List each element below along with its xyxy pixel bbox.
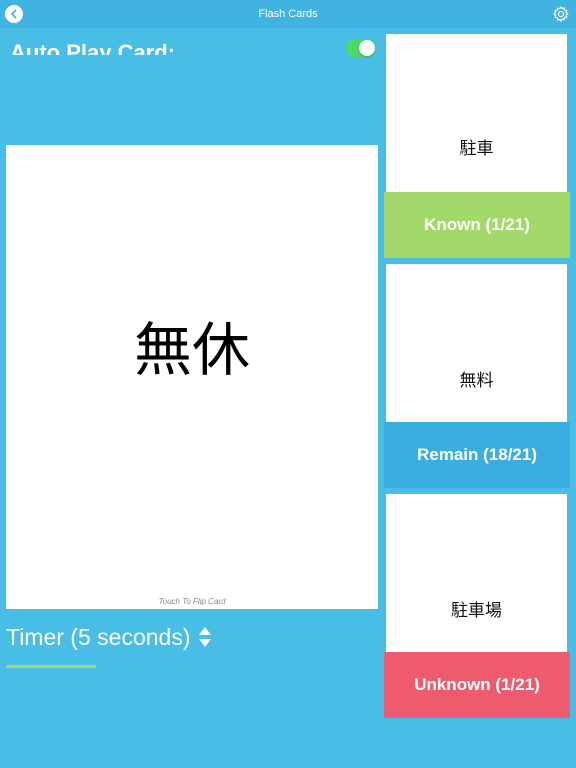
flash-card[interactable]: 無休 Touch To Flip Card bbox=[6, 145, 378, 609]
flash-card-word: 無休 bbox=[133, 316, 250, 384]
gear-icon bbox=[553, 6, 569, 22]
settings-button[interactable] bbox=[552, 5, 570, 23]
known-card-word: 駐車 bbox=[459, 139, 494, 159]
remain-card[interactable]: 無料 bbox=[386, 264, 567, 422]
timer-underline bbox=[6, 665, 96, 668]
navigation-bar: Flash Cards bbox=[0, 0, 576, 28]
flip-hint: Touch To Flip Card bbox=[158, 597, 226, 606]
toggle-knob bbox=[359, 40, 375, 56]
known-pile-button[interactable]: Known (1/21) bbox=[384, 192, 570, 258]
timer-control[interactable]: Timer (5 seconds) bbox=[6, 620, 212, 654]
unknown-pile-button[interactable]: Unknown (1/21) bbox=[384, 652, 570, 718]
page-title: Flash Cards bbox=[258, 8, 318, 20]
timer-label: Timer (5 seconds) bbox=[6, 623, 191, 650]
remain-pile-button[interactable]: Remain (18/21) bbox=[384, 422, 570, 488]
unknown-card-word: 駐車場 bbox=[451, 601, 502, 621]
autoplay-toggle[interactable] bbox=[346, 39, 376, 57]
autoplay-label: Auto Play Card: bbox=[10, 40, 176, 55]
up-down-stepper-icon[interactable] bbox=[198, 626, 212, 648]
unknown-card[interactable]: 駐車場 bbox=[386, 494, 567, 652]
known-card[interactable]: 駐車 bbox=[386, 34, 567, 192]
remain-card-word: 無料 bbox=[459, 371, 494, 391]
